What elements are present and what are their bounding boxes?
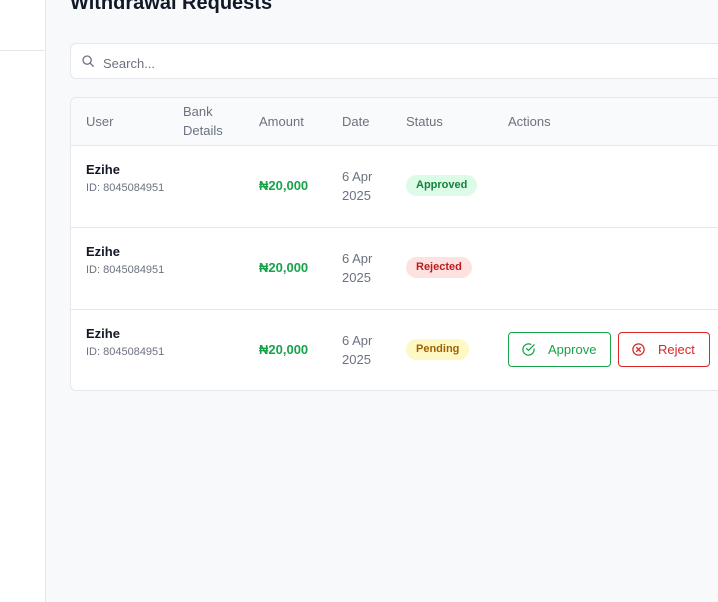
column-header-bank-details: Bank Details bbox=[183, 104, 223, 138]
user-id: ID: 8045084951 bbox=[86, 264, 165, 276]
table-row: Ezihe ID: 8045084951 ₦20,000 6 Apr 2025 … bbox=[71, 145, 718, 228]
amount: ₦20,000 bbox=[259, 342, 309, 357]
user-name: Ezihe bbox=[86, 244, 120, 259]
table-header: User Bank Details Amount Date Status Act… bbox=[71, 98, 718, 146]
page-title: Withdrawal Requests bbox=[70, 0, 273, 14]
search-icon bbox=[82, 55, 94, 67]
status-badge: Approved bbox=[406, 175, 478, 196]
sidebar-divider bbox=[0, 50, 45, 51]
search-box[interactable] bbox=[70, 43, 718, 79]
table-row: Ezihe ID: 8045084951 ₦20,000 6 Apr 2025 … bbox=[71, 309, 718, 390]
withdrawal-table: User Bank Details Amount Date Status Act… bbox=[70, 97, 718, 391]
approve-button[interactable]: Approve bbox=[508, 332, 611, 367]
reject-button-label: Reject bbox=[658, 342, 695, 357]
amount: ₦20,000 bbox=[259, 178, 309, 193]
column-header-user: User bbox=[86, 114, 114, 129]
column-header-status: Status bbox=[406, 114, 443, 129]
amount: ₦20,000 bbox=[259, 260, 309, 275]
x-circle-icon bbox=[632, 343, 645, 356]
search-input[interactable] bbox=[101, 52, 705, 74]
user-name: Ezihe bbox=[86, 326, 120, 341]
user-id: ID: 8045084951 bbox=[86, 346, 165, 358]
approve-button-label: Approve bbox=[548, 342, 597, 357]
date: 6 Apr 2025 bbox=[342, 333, 373, 367]
sidebar bbox=[0, 0, 46, 602]
check-circle-icon bbox=[522, 343, 535, 356]
column-header-date: Date bbox=[342, 114, 370, 129]
reject-button[interactable]: Reject bbox=[618, 332, 710, 367]
date: 6 Apr 2025 bbox=[342, 251, 373, 285]
column-header-amount: Amount bbox=[259, 114, 304, 129]
status-badge: Rejected bbox=[406, 257, 472, 278]
status-badge: Pending bbox=[406, 339, 470, 360]
user-id: ID: 8045084951 bbox=[86, 182, 165, 194]
date: 6 Apr 2025 bbox=[342, 169, 373, 203]
table-row: Ezihe ID: 8045084951 ₦20,000 6 Apr 2025 … bbox=[71, 227, 718, 310]
user-name: Ezihe bbox=[86, 162, 120, 177]
column-header-actions: Actions bbox=[508, 114, 551, 129]
